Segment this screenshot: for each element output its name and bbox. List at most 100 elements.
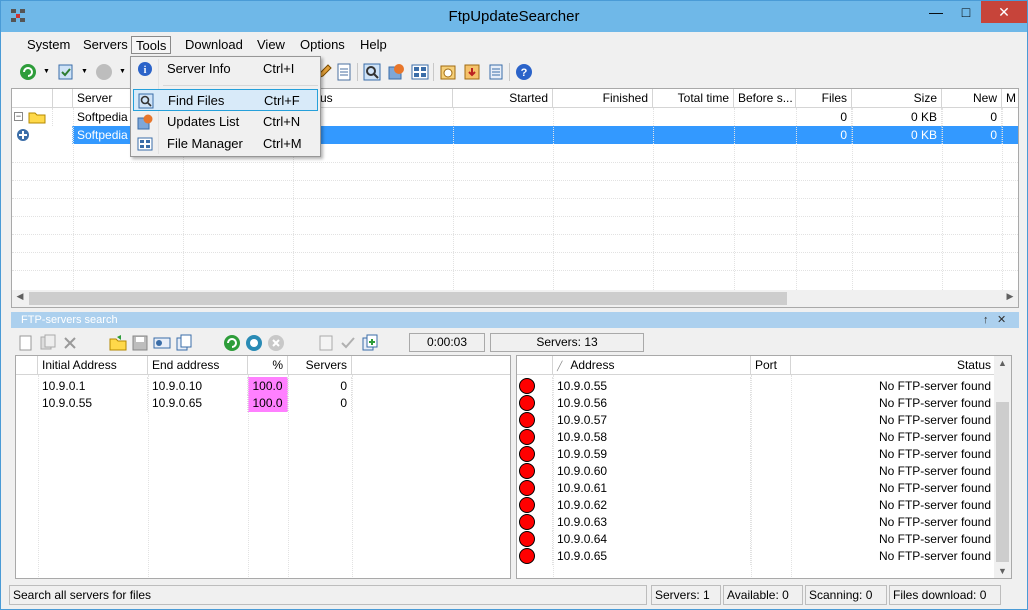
table-row[interactable]: 10.9.0.55 10.9.0.65 100.0 0: [16, 394, 510, 412]
stop-dropdown-arrow-icon[interactable]: ▼: [119, 68, 126, 75]
menu-view[interactable]: View: [253, 36, 289, 54]
table-row[interactable]: 10.9.0.57 No FTP-server found: [517, 411, 1011, 429]
export-icon[interactable]: [463, 63, 481, 81]
column-header-port[interactable]: Port: [751, 356, 791, 375]
scroll-left-icon[interactable]: ◀: [12, 291, 28, 302]
panel-close-icon[interactable]: ✕: [997, 312, 1006, 328]
column-header-new[interactable]: New: [942, 89, 1002, 108]
column-header-size[interactable]: Size: [852, 89, 942, 108]
table-row[interactable]: 10.9.0.63 No FTP-server found: [517, 513, 1011, 531]
column-header-servers[interactable]: Servers: [288, 356, 352, 375]
add-servers-icon[interactable]: [361, 334, 379, 352]
table-row[interactable]: 10.9.0.59 No FTP-server found: [517, 445, 1011, 463]
maximize-button[interactable]: □: [951, 1, 981, 23]
stop-disabled-icon[interactable]: [95, 63, 113, 81]
scroll-up-icon[interactable]: ▲: [994, 358, 1011, 368]
menu-item-file-manager[interactable]: File Manager Ctrl+M: [133, 133, 318, 155]
start-search-icon[interactable]: [223, 334, 241, 352]
check-dropdown-arrow-icon[interactable]: ▼: [81, 68, 88, 75]
horizontal-scrollbar[interactable]: ◀ ▶: [12, 290, 1018, 307]
check-list-icon[interactable]: [57, 63, 75, 81]
menu-servers[interactable]: Servers: [79, 36, 132, 54]
size-cell: 0 KB: [852, 126, 942, 144]
column-header-m[interactable]: M: [1002, 89, 1018, 108]
column-header-state[interactable]: [517, 356, 553, 375]
menu-item-server-info[interactable]: i Server Info Ctrl+I: [133, 58, 318, 80]
close-button[interactable]: ✕: [981, 1, 1027, 23]
minimize-button[interactable]: —: [921, 1, 951, 23]
not-found-status-icon: [519, 531, 535, 547]
table-row[interactable]: 10.9.0.55 No FTP-server found: [517, 377, 1011, 395]
column-header-tree[interactable]: [12, 89, 53, 108]
updates-list-icon[interactable]: [387, 63, 405, 81]
table-row[interactable]: 10.9.0.64 No FTP-server found: [517, 530, 1011, 548]
pause-search-icon[interactable]: [245, 334, 263, 352]
stop-search-disabled-icon[interactable]: [267, 334, 285, 352]
menu-item-label: Server Info: [167, 61, 231, 76]
column-header-end-address[interactable]: End address: [148, 356, 248, 375]
scroll-right-icon[interactable]: ▶: [1002, 291, 1018, 302]
grid-line: [12, 216, 1018, 217]
status-cell: No FTP-server found: [791, 462, 996, 480]
toolbar-separator: [433, 63, 434, 81]
new-icon[interactable]: [17, 334, 35, 352]
start-dropdown-arrow-icon[interactable]: ▼: [43, 68, 50, 75]
scroll-down-icon[interactable]: ▼: [994, 566, 1011, 576]
column-header-percent[interactable]: %: [248, 356, 288, 375]
percent-cell: 100.0: [248, 394, 288, 412]
menu-options[interactable]: Options: [296, 36, 349, 54]
address-cell: 10.9.0.57: [553, 411, 751, 429]
menu-help[interactable]: Help: [356, 36, 391, 54]
table-row[interactable]: 10.9.0.56 No FTP-server found: [517, 394, 1011, 412]
menu-tools[interactable]: Tools: [131, 36, 172, 54]
menu-item-updates-list[interactable]: Updates List Ctrl+N: [133, 111, 318, 133]
find-files-icon[interactable]: [363, 63, 381, 81]
copy-icon[interactable]: [175, 334, 193, 352]
vertical-scrollbar[interactable]: ▲ ▼: [994, 356, 1011, 578]
toolbar-separator: [357, 63, 358, 81]
delete-disabled-icon[interactable]: [61, 334, 79, 352]
menu-system[interactable]: System: [23, 36, 74, 54]
start-icon[interactable]: [19, 63, 37, 81]
column-header-before[interactable]: Before s...: [734, 89, 796, 108]
save-icon[interactable]: [131, 334, 149, 352]
column-header-finished[interactable]: Finished: [553, 89, 653, 108]
state-cell: [517, 547, 553, 565]
column-header-files[interactable]: Files: [796, 89, 852, 108]
schedule-icon[interactable]: [439, 63, 457, 81]
column-header-indicator[interactable]: [16, 356, 38, 375]
column-header-initial-address[interactable]: Initial Address: [38, 356, 148, 375]
end-address-cell: 10.9.0.10: [148, 377, 248, 395]
column-header-address-label: Address: [570, 358, 615, 372]
status-cell: No FTP-server found: [791, 445, 996, 463]
copy-disabled-icon[interactable]: [39, 334, 57, 352]
table-row[interactable]: 10.9.0.58 No FTP-server found: [517, 428, 1011, 446]
column-header-address[interactable]: ╱ Address: [553, 356, 751, 375]
column-header-status[interactable]: Status: [791, 356, 996, 375]
pin-icon[interactable]: ↑: [983, 312, 989, 328]
document-icon[interactable]: [335, 63, 353, 81]
network-card-icon[interactable]: [153, 334, 171, 352]
menu-item-label: Updates List: [167, 114, 240, 129]
check-disabled-icon[interactable]: [339, 334, 357, 352]
file-manager-icon[interactable]: [411, 63, 429, 81]
menu-download[interactable]: Download: [181, 36, 247, 54]
table-row[interactable]: 10.9.0.62 No FTP-server found: [517, 496, 1011, 514]
menu-item-find-files[interactable]: Find Files Ctrl+F: [133, 89, 318, 111]
scrollbar-thumb[interactable]: [29, 292, 787, 305]
not-found-status-icon: [519, 497, 535, 513]
table-row[interactable]: 10.9.0.65 No FTP-server found: [517, 547, 1011, 565]
table-row[interactable]: 10.9.0.1 10.9.0.10 100.0 0: [16, 377, 510, 395]
column-header-blank[interactable]: [53, 89, 73, 108]
log-icon[interactable]: [487, 63, 505, 81]
open-folder-icon[interactable]: [109, 334, 127, 352]
help-icon[interactable]: ?: [515, 63, 533, 81]
report-disabled-icon[interactable]: [317, 334, 335, 352]
column-header-started[interactable]: Started: [453, 89, 553, 108]
table-row[interactable]: 10.9.0.61 No FTP-server found: [517, 479, 1011, 497]
scrollbar-thumb[interactable]: [996, 402, 1009, 562]
status-cell: No FTP-server found: [791, 394, 996, 412]
column-header-total-time[interactable]: Total time: [653, 89, 734, 108]
collapse-toggle-icon[interactable]: −: [14, 112, 23, 121]
table-row[interactable]: 10.9.0.60 No FTP-server found: [517, 462, 1011, 480]
